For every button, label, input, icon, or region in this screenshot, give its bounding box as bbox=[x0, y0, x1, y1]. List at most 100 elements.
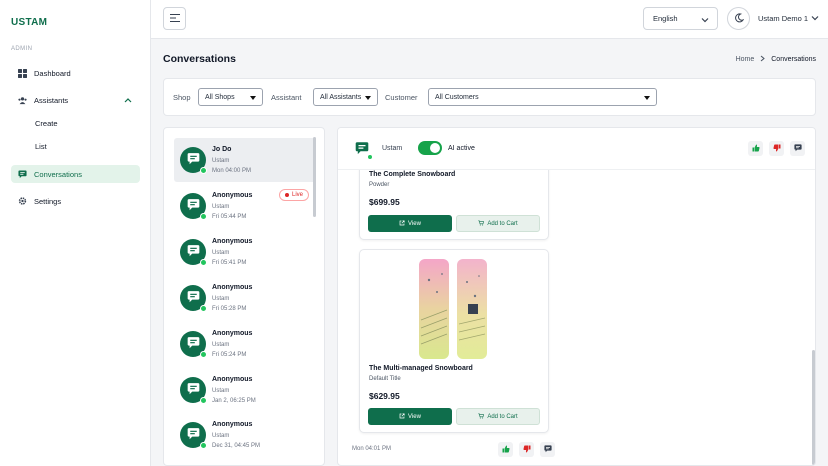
assistant-filter-select[interactable]: All Assistants bbox=[313, 88, 378, 106]
thumbs-down-button[interactable] bbox=[519, 442, 534, 457]
conversation-shop: Ustam bbox=[212, 296, 230, 302]
avatar bbox=[180, 147, 207, 174]
comment-button[interactable] bbox=[790, 141, 805, 156]
product-variant: Default Title bbox=[369, 376, 401, 382]
avatar bbox=[180, 331, 207, 358]
add-to-cart-label: Add to Cart bbox=[487, 413, 518, 420]
conversation-name: Anonymous bbox=[212, 238, 253, 245]
conversation-time: Fri 05:41 PM bbox=[212, 260, 247, 266]
live-dot-icon bbox=[285, 193, 289, 197]
sidebar-item-label: Dashboard bbox=[34, 68, 71, 78]
sidebar-item-label: Assistants bbox=[34, 95, 69, 105]
conversation-shop: Ustam bbox=[212, 388, 230, 394]
conversation-name: Anonymous bbox=[212, 330, 253, 337]
thumbs-up-button[interactable] bbox=[748, 141, 763, 156]
page-title: Conversations bbox=[163, 53, 236, 65]
conversation-list-scrollbar[interactable] bbox=[313, 137, 316, 217]
avatar bbox=[180, 193, 207, 220]
comment-button[interactable] bbox=[540, 442, 555, 457]
chat-icon bbox=[187, 153, 200, 167]
ai-active-label: AI active bbox=[448, 145, 475, 152]
conversation-time: Fri 05:44 PM bbox=[212, 214, 247, 220]
conversation-shop: Ustam bbox=[212, 342, 230, 348]
conversation-item[interactable]: Anonymous Ustam Dec 31, 04:45 PM bbox=[174, 413, 316, 457]
conversation-item[interactable]: Jo Do Ustam Mon 04:00 PM bbox=[174, 138, 316, 182]
conversation-item[interactable]: Anonymous Ustam Fri 05:28 PM bbox=[174, 276, 316, 320]
thumbs-down-button[interactable] bbox=[769, 141, 784, 156]
conversation-name: Jo Do bbox=[212, 146, 232, 153]
sidebar-item-assistants[interactable]: Assistants bbox=[11, 91, 140, 109]
topbar: English Ustam Demo 1 bbox=[151, 0, 828, 39]
sidebar-item-label: Settings bbox=[34, 196, 62, 206]
conversation-time: Fri 05:24 PM bbox=[212, 352, 247, 358]
shop-filter-label: Shop bbox=[173, 93, 191, 102]
user-name: Ustam Demo 1 bbox=[758, 14, 809, 23]
online-indicator bbox=[200, 167, 207, 174]
thumbs-down-icon bbox=[522, 445, 531, 455]
thumbs-up-button[interactable] bbox=[498, 442, 513, 457]
view-product-button[interactable]: View bbox=[368, 408, 452, 425]
chat-header: Ustam AI active bbox=[338, 128, 815, 170]
chat-icon bbox=[187, 428, 200, 442]
theme-toggle-button[interactable] bbox=[727, 7, 750, 30]
chat-icon bbox=[187, 245, 200, 259]
online-indicator bbox=[200, 351, 207, 358]
online-indicator bbox=[200, 442, 207, 449]
add-to-cart-button[interactable]: Add to Cart bbox=[456, 408, 540, 425]
sidebar-item-conversations[interactable]: Conversations bbox=[11, 165, 140, 183]
user-menu[interactable]: Ustam Demo 1 bbox=[758, 14, 819, 23]
chevron-right-icon bbox=[760, 55, 766, 64]
conversation-name: Anonymous bbox=[212, 284, 253, 291]
view-product-button[interactable]: View bbox=[368, 215, 452, 232]
message-timestamp: Mon 04:01 PM bbox=[352, 446, 392, 452]
sidebar-item-create[interactable]: Create bbox=[35, 119, 58, 128]
sidebar: USTAM ADMIN Dashboard Assistants Create … bbox=[0, 0, 151, 466]
thumbs-up-icon bbox=[752, 144, 760, 154]
chat-icon bbox=[187, 199, 200, 213]
shop-filter-select[interactable]: All Shops bbox=[198, 88, 263, 106]
breadcrumb-home[interactable]: Home bbox=[736, 56, 755, 63]
sidebar-item-list[interactable]: List bbox=[35, 142, 47, 151]
assistant-filter-value: All Assistants bbox=[320, 93, 362, 101]
online-indicator bbox=[200, 213, 207, 220]
assistant-filter-label: Assistant bbox=[271, 93, 302, 102]
chat-icon bbox=[187, 383, 200, 397]
chat-icon bbox=[187, 337, 200, 351]
conversation-item[interactable]: Anonymous Ustam Jan 2, 06:25 PM bbox=[174, 368, 316, 412]
customer-filter-label: Customer bbox=[385, 93, 418, 102]
sidebar-item-dashboard[interactable]: Dashboard bbox=[11, 64, 140, 82]
grid-icon bbox=[18, 68, 27, 78]
filter-bar: Shop All Shops Assistant All Assistants … bbox=[163, 78, 816, 116]
chat-scrollbar[interactable] bbox=[812, 350, 815, 465]
thumbs-up-icon bbox=[502, 445, 510, 455]
avatar bbox=[180, 422, 207, 449]
conversation-item[interactable]: Anonymous Ustam Fri 05:24 PM bbox=[174, 322, 316, 366]
brand-logo[interactable]: USTAM bbox=[11, 17, 47, 28]
external-link-icon bbox=[399, 219, 405, 228]
product-name: The Complete Snowboard bbox=[369, 171, 456, 178]
conversation-item[interactable]: Anonymous Ustam Fri 05:41 PM bbox=[174, 230, 316, 274]
product-price: $699.95 bbox=[369, 197, 400, 207]
conversation-name: Anonymous bbox=[212, 421, 253, 428]
avatar bbox=[180, 285, 207, 312]
sidebar-item-settings[interactable]: Settings bbox=[11, 192, 140, 210]
ai-active-toggle[interactable] bbox=[418, 141, 442, 155]
caret-down-icon bbox=[250, 96, 256, 100]
product-price: $629.95 bbox=[369, 391, 400, 401]
language-select[interactable]: English bbox=[643, 7, 718, 30]
menu-icon bbox=[169, 13, 180, 24]
chat-panel: The Complete Snowboard Powder $699.95 Vi… bbox=[337, 127, 816, 466]
conversation-shop: Ustam bbox=[212, 204, 230, 210]
menu-toggle-button[interactable] bbox=[163, 7, 186, 30]
add-to-cart-button[interactable]: Add to Cart bbox=[456, 215, 540, 232]
conversation-item[interactable]: Anonymous Ustam Fri 05:44 PM Live bbox=[174, 184, 316, 228]
caret-down-icon bbox=[644, 96, 650, 100]
customer-filter-value: All Customers bbox=[435, 93, 479, 101]
conversation-shop: Ustam bbox=[212, 433, 230, 439]
chat-shop-name: Ustam bbox=[382, 145, 403, 152]
thumbs-down-icon bbox=[772, 144, 781, 154]
assistant-avatar bbox=[355, 142, 373, 160]
product-name: The Multi-managed Snowboard bbox=[369, 365, 473, 372]
language-value: English bbox=[653, 14, 678, 23]
customer-filter-select[interactable]: All Customers bbox=[428, 88, 657, 106]
